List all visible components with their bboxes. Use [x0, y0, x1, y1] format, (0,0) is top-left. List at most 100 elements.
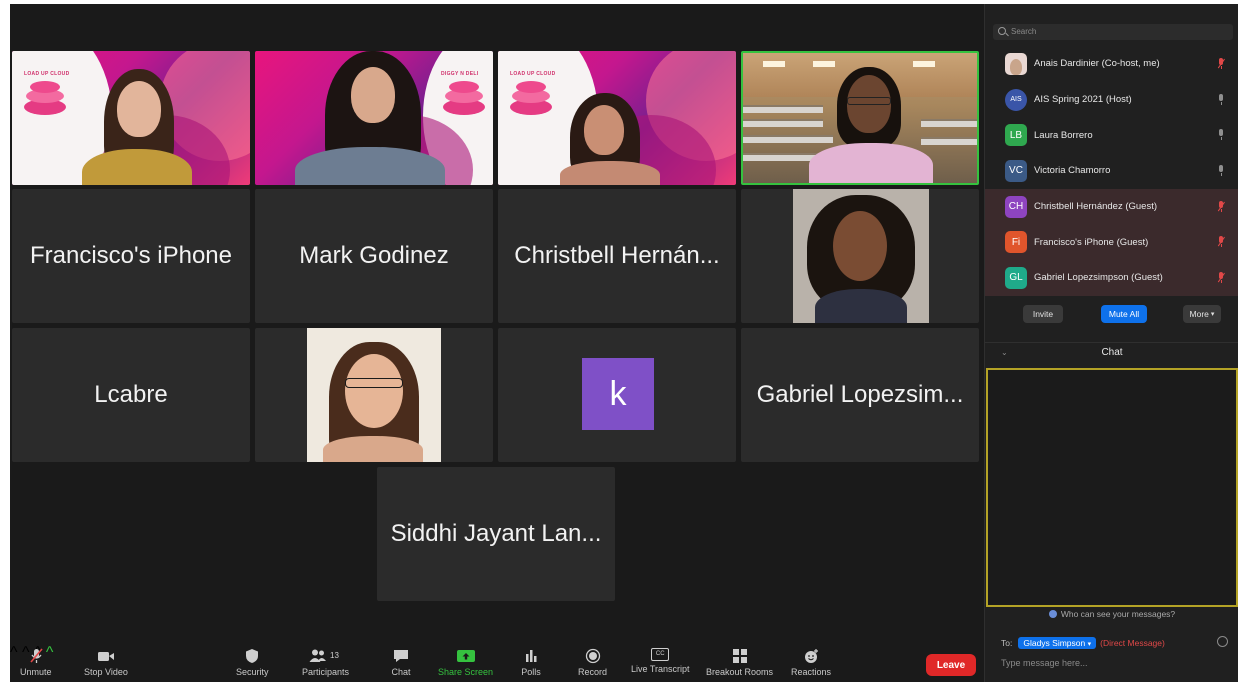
meeting-toolbar: Unmute ^ Stop Video ^ Security 13 Partic…: [10, 644, 984, 682]
microphone-muted-icon[interactable]: [1217, 58, 1225, 70]
microphone-muted-icon: [30, 648, 43, 663]
video-tile-avatar[interactable]: k: [498, 328, 736, 462]
participant-name: AIS Spring 2021 (Host): [1034, 94, 1132, 106]
video-tile-2[interactable]: DIGGY N DELI: [255, 51, 493, 185]
participant-name: Anais Dardinier (Co-host, me): [1034, 58, 1160, 70]
participant-name: Victoria Chamorro: [1034, 165, 1111, 177]
chat-header: ⌄ Chat: [985, 342, 1238, 362]
video-tile-name-only[interactable]: Lcabre: [12, 328, 250, 462]
search-placeholder: Search: [1011, 27, 1037, 36]
participant-search-input[interactable]: Search: [993, 24, 1233, 40]
who-can-see-messages-link[interactable]: Who can see your messages?: [985, 609, 1238, 619]
video-tile-active-speaker[interactable]: [741, 51, 979, 185]
message-input[interactable]: Type message here...: [1001, 658, 1088, 668]
unmute-label: Unmute: [20, 667, 52, 677]
participant-row[interactable]: LB Laura Borrero: [985, 117, 1238, 153]
shield-icon: [246, 649, 259, 663]
video-tile-name-only[interactable]: Siddhi Jayant Lan...: [377, 467, 615, 601]
participant-row[interactable]: CH Christbell Hernández (Guest): [985, 188, 1238, 225]
chat-button[interactable]: Chat: [391, 648, 411, 677]
participant-name: Lcabre: [94, 381, 168, 408]
chat-title: Chat: [1101, 347, 1123, 358]
chevron-down-icon: ▾: [1087, 641, 1092, 648]
breakout-rooms-label: Breakout Rooms: [706, 667, 774, 677]
share-screen-icon: [456, 650, 475, 662]
participant-avatar: GL: [1005, 266, 1027, 289]
participants-icon: [309, 649, 326, 662]
video-tile-name-only[interactable]: Gabriel Lopezsim...: [741, 328, 979, 462]
participant-row[interactable]: AIS AIS Spring 2021 (Host): [985, 82, 1238, 118]
live-transcript-label: Live Transcript: [631, 664, 690, 674]
smiley-plus-icon: [805, 649, 819, 663]
stop-video-label: Stop Video: [84, 667, 128, 677]
breakout-rooms-grid-icon: [732, 649, 747, 663]
polls-label: Polls: [521, 667, 541, 677]
mute-all-button[interactable]: Mute All: [1101, 305, 1147, 323]
record-button[interactable]: Record: [578, 648, 607, 677]
collapse-chevron-icon[interactable]: ⌄: [1001, 343, 1008, 363]
breakout-rooms-button[interactable]: Breakout Rooms: [706, 648, 773, 677]
recipient-row: To: Gladys Simpson ▾ (Direct Message): [1001, 636, 1165, 650]
participant-avatar: k: [582, 358, 654, 430]
more-label: More: [1189, 309, 1209, 319]
video-tile-name-only[interactable]: Francisco's iPhone: [12, 189, 250, 323]
record-icon: [585, 648, 600, 664]
security-button[interactable]: Security: [236, 648, 269, 677]
video-tile-profile-photo[interactable]: [741, 189, 979, 323]
reactions-label: Reactions: [791, 667, 832, 677]
unmute-button[interactable]: Unmute: [20, 648, 52, 677]
emoji-icon[interactable]: [1217, 636, 1228, 647]
direct-message-label: (Direct Message): [1100, 638, 1165, 648]
cake-logo-icon: [443, 81, 485, 115]
participants-button[interactable]: 13 Participants: [302, 648, 349, 677]
audio-options-caret-icon[interactable]: ^: [10, 644, 18, 661]
participant-avatar: AIS: [1005, 88, 1027, 111]
reactions-button[interactable]: Reactions: [791, 648, 831, 677]
microphone-muted-icon[interactable]: [1217, 200, 1225, 213]
invite-button[interactable]: Invite: [1023, 305, 1063, 323]
video-tile-1[interactable]: LOAD UP CLOUD: [12, 51, 250, 185]
participant-name: Gabriel Lopezsimpson (Guest): [1034, 272, 1163, 284]
participant-row[interactable]: VC Victoria Chamorro: [985, 153, 1238, 189]
profile-photo: [793, 189, 929, 323]
participant-row[interactable]: Anais Dardinier (Co-host, me): [985, 46, 1238, 82]
video-tile-name-only[interactable]: Mark Godinez: [255, 189, 493, 323]
share-screen-button[interactable]: Share Screen: [438, 648, 493, 677]
participant-name: Siddhi Jayant Lan...: [390, 520, 602, 547]
record-label: Record: [578, 667, 608, 677]
profile-photo: [307, 328, 441, 462]
cake-logo-icon: [510, 81, 552, 115]
microphone-icon[interactable]: [1217, 129, 1225, 141]
chat-bubble-icon: [394, 650, 408, 662]
video-tile-profile-photo[interactable]: [255, 328, 493, 462]
cake-logo-icon: [24, 81, 66, 115]
microphone-icon[interactable]: [1217, 165, 1225, 177]
stop-video-button[interactable]: Stop Video: [84, 648, 128, 677]
chat-label: Chat: [391, 667, 411, 677]
participant-avatar: VC: [1005, 159, 1027, 182]
participant-row[interactable]: Fi Francisco's iPhone (Guest): [985, 224, 1238, 261]
participant-name: Christbell Hernán...: [514, 242, 720, 269]
participant-avatar: [1005, 52, 1027, 75]
video-camera-icon: [97, 652, 114, 661]
participant-name: Laura Borrero: [1034, 129, 1093, 141]
participant-name: Gabriel Lopezsim...: [756, 381, 964, 408]
participants-label: Participants: [302, 667, 350, 677]
chat-messages-area[interactable]: [986, 368, 1238, 607]
microphone-icon[interactable]: [1217, 93, 1225, 106]
video-tile-name-only[interactable]: Christbell Hernán...: [498, 189, 736, 323]
more-button[interactable]: More ▾: [1183, 305, 1221, 323]
leave-button[interactable]: Leave: [926, 654, 976, 676]
participant-avatar: LB: [1005, 124, 1027, 147]
participant-row[interactable]: GL Gabriel Lopezsimpson (Guest): [985, 260, 1238, 296]
microphone-muted-icon[interactable]: [1217, 272, 1225, 284]
live-transcript-button[interactable]: CC Live Transcript: [631, 648, 690, 674]
participant-avatar: Fi: [1005, 231, 1027, 254]
to-label: To:: [1001, 638, 1013, 648]
participants-list: Anais Dardinier (Co-host, me) AIS AIS Sp…: [985, 46, 1238, 296]
video-tile-3[interactable]: LOAD UP CLOUD: [498, 51, 736, 185]
recipient-select[interactable]: Gladys Simpson ▾: [1018, 637, 1097, 649]
microphone-muted-icon[interactable]: [1217, 236, 1225, 248]
polls-button[interactable]: Polls: [521, 648, 541, 677]
participant-avatar: CH: [1005, 195, 1027, 218]
